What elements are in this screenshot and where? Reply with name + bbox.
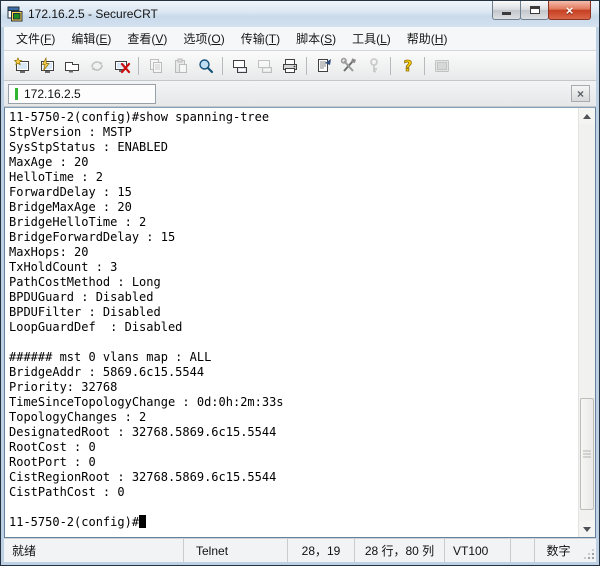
- tab-close-icon: ×: [577, 88, 584, 100]
- reconnect-icon: [88, 57, 106, 75]
- print-icon: [281, 57, 299, 75]
- toolbar: ?: [4, 51, 596, 81]
- connect-in-tab-button[interactable]: [59, 54, 84, 78]
- menu-item-file[interactable]: 文件(F): [8, 27, 63, 51]
- help-button[interactable]: ?: [395, 54, 420, 78]
- keymap-button[interactable]: [361, 54, 386, 78]
- status-ready: 就绪: [4, 539, 183, 562]
- menu-item-edit[interactable]: 编辑(E): [63, 27, 119, 51]
- scroll-up-button[interactable]: [579, 108, 595, 124]
- window-controls: ×: [493, 1, 591, 20]
- receive-file-icon: [256, 57, 274, 75]
- send-file-button[interactable]: [227, 54, 252, 78]
- svg-text:?: ?: [403, 57, 412, 75]
- status-screen-size: 28 行，80 列: [354, 539, 444, 562]
- menu-item-tools[interactable]: 工具(L): [344, 27, 399, 51]
- help-icon: ?: [399, 57, 417, 75]
- copy-button[interactable]: [143, 54, 168, 78]
- session-tab[interactable]: 172.16.2.5: [8, 84, 156, 104]
- securecrt-window: 172.16.2.5 - SecureCRT × 文件(F)编辑(E)查看(V)…: [0, 0, 600, 566]
- connect-button[interactable]: [34, 54, 59, 78]
- toolbar-separator: [222, 57, 223, 75]
- scrollbar-thumb[interactable]: [580, 398, 594, 510]
- session-options-button[interactable]: [311, 54, 336, 78]
- securefx-icon: [433, 57, 451, 75]
- status-bar: 就绪 Telnet 28，19 28 行，80 列 VT100 数字: [4, 538, 596, 562]
- terminal-cursor: [139, 515, 146, 528]
- key-icon: [365, 57, 383, 75]
- quick-connect-button[interactable]: [9, 54, 34, 78]
- connected-indicator-icon: [15, 88, 18, 100]
- securefx-button[interactable]: [429, 54, 454, 78]
- paste-icon: [172, 57, 190, 75]
- connect-icon: [38, 57, 56, 75]
- app-icon[interactable]: [7, 6, 23, 22]
- global-options-button[interactable]: [336, 54, 361, 78]
- quick-connect-icon: [13, 57, 31, 75]
- scroll-down-button[interactable]: [579, 521, 595, 537]
- find-icon: [197, 57, 215, 75]
- terminal-text[interactable]: 11-5750-2(config)#show spanning-tree Stp…: [5, 108, 578, 537]
- menu-item-script[interactable]: 脚本(S): [288, 27, 344, 51]
- menu-bar: 文件(F)编辑(E)查看(V)选项(O)传输(T)脚本(S)工具(L)帮助(H): [4, 27, 596, 51]
- title-bar: 172.16.2.5 - SecureCRT ×: [1, 1, 599, 27]
- menu-item-help[interactable]: 帮助(H): [399, 27, 456, 51]
- toolbar-separator: [306, 57, 307, 75]
- disconnect-icon: [113, 57, 131, 75]
- disconnect-button[interactable]: [109, 54, 134, 78]
- arrow-up-icon: [583, 114, 591, 119]
- reconnect-button[interactable]: [84, 54, 109, 78]
- connect-in-tab-icon: [63, 57, 81, 75]
- menu-item-transfer[interactable]: 传输(T): [233, 27, 288, 51]
- paste-button[interactable]: [168, 54, 193, 78]
- menu-item-view[interactable]: 查看(V): [119, 27, 175, 51]
- vertical-scrollbar[interactable]: [578, 108, 595, 537]
- find-button[interactable]: [193, 54, 218, 78]
- status-protocol: Telnet: [183, 539, 287, 562]
- status-cursor-position: 28，19: [287, 539, 354, 562]
- receive-file-button[interactable]: [252, 54, 277, 78]
- send-file-icon: [231, 57, 249, 75]
- close-icon: ×: [566, 4, 574, 17]
- session-options-icon: [315, 57, 333, 75]
- tab-close-button[interactable]: ×: [571, 85, 590, 102]
- close-button[interactable]: ×: [548, 1, 591, 20]
- terminal-area[interactable]: 11-5750-2(config)#show spanning-tree Stp…: [4, 107, 596, 538]
- print-button[interactable]: [277, 54, 302, 78]
- status-spacer: [510, 539, 534, 562]
- maximize-icon: [530, 6, 540, 14]
- minimize-icon: [502, 12, 511, 15]
- status-emulation: VT100: [444, 539, 510, 562]
- toolbar-separator: [424, 57, 425, 75]
- menu-item-options[interactable]: 选项(O): [175, 27, 232, 51]
- resize-grip[interactable]: [582, 539, 596, 562]
- tab-label: 172.16.2.5: [24, 87, 81, 101]
- window-title: 172.16.2.5 - SecureCRT: [28, 7, 158, 21]
- global-options-icon: [340, 57, 358, 75]
- toolbar-separator: [138, 57, 139, 75]
- arrow-down-icon: [583, 527, 591, 532]
- minimize-button[interactable]: [492, 1, 521, 20]
- tab-bar: 172.16.2.5 ×: [4, 81, 596, 107]
- maximize-button[interactable]: [520, 1, 549, 20]
- toolbar-separator: [390, 57, 391, 75]
- client-area: 文件(F)编辑(E)查看(V)选项(O)传输(T)脚本(S)工具(L)帮助(H): [4, 27, 596, 562]
- copy-icon: [147, 57, 165, 75]
- status-numlock: 数字: [534, 539, 582, 562]
